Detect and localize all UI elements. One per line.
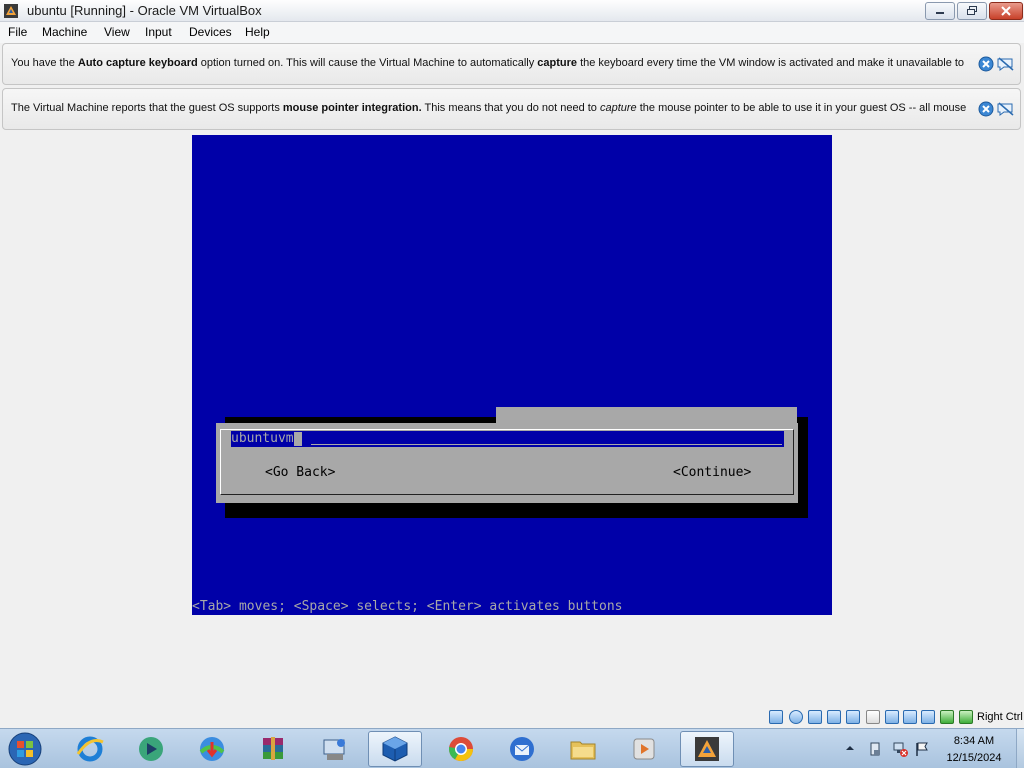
virtualbox-icon (382, 736, 408, 762)
taskbar-download-manager[interactable] (185, 731, 239, 767)
internet-explorer-icon (76, 736, 104, 762)
media-classic-icon (633, 738, 655, 760)
hostname-dialog: ubuntuvm <Go Back> <Continue> (216, 423, 798, 503)
thunderbird-icon (510, 737, 534, 761)
text-cursor (293, 431, 302, 446)
keyboard-capture-icon[interactable] (959, 710, 973, 724)
taskbar-winrar[interactable] (246, 731, 300, 767)
minimize-button[interactable] (925, 2, 955, 20)
close-notification-icon[interactable] (978, 101, 994, 117)
hostname-input[interactable]: ubuntuvm (231, 431, 784, 447)
mouse-integration-notification: The Virtual Machine reports that the gue… (2, 88, 1021, 130)
message-segment: This means that you do not need to (421, 102, 600, 114)
virtualbox-icon (4, 4, 18, 18)
continue-button[interactable]: <Continue> (673, 465, 751, 480)
message-segment: option turned on. This will cause the Vi… (197, 57, 538, 69)
video-capture-icon[interactable] (903, 710, 917, 724)
download-manager-icon (199, 737, 225, 761)
network-icon[interactable] (827, 710, 841, 724)
show-hidden-icons-icon[interactable] (845, 743, 855, 753)
input-underline (311, 444, 782, 445)
keyboard-capture-notification: You have the Auto capture keyboard optio… (2, 43, 1021, 85)
taskbar-virtualbox[interactable] (368, 731, 422, 767)
message-segment: capture (599, 102, 637, 114)
restore-icon (967, 6, 977, 15)
vm-status-bar: Right Ctrl (0, 706, 1024, 728)
message-segment: mouse pointer integration. (282, 102, 422, 114)
menu-view[interactable]: View (104, 25, 130, 39)
clock-date: 12/15/2024 (946, 752, 1002, 764)
optical-drive-icon[interactable] (789, 710, 803, 724)
window-title: ubuntu [Running] - Oracle VM VirtualBox (27, 3, 262, 18)
host-key-label: Right Ctrl (977, 711, 1023, 723)
audio-icon[interactable] (808, 710, 822, 724)
window-titlebar: ubuntu [Running] - Oracle VM VirtualBox (0, 0, 1024, 22)
cpu-icon[interactable] (921, 710, 935, 724)
media-player-icon (139, 737, 163, 761)
menu-machine[interactable]: Machine (42, 25, 87, 39)
taskbar-thunderbird[interactable] (495, 731, 549, 767)
file-explorer-icon (570, 741, 596, 760)
message-segment: the keyboard every time the VM window is… (577, 57, 965, 69)
close-notification-icon[interactable] (978, 56, 994, 72)
guest-screen[interactable]: ubuntuvm <Go Back> <Continue> <Tab> move… (192, 135, 832, 615)
clock-time: 8:34 AM (953, 735, 995, 747)
network-disconnected-icon[interactable] (892, 741, 908, 757)
display-icon[interactable] (885, 710, 899, 724)
usb-icon[interactable] (846, 710, 860, 724)
chrome-icon (449, 737, 473, 762)
hard-disk-icon[interactable] (769, 710, 783, 724)
restore-button[interactable] (957, 2, 987, 20)
show-desktop-button[interactable] (1016, 729, 1024, 768)
menu-input[interactable]: Input (145, 25, 172, 39)
mouse-integration-icon[interactable] (940, 710, 954, 724)
taskbar: 8:34 AM 12/15/2024 (0, 728, 1024, 768)
message-segment: The Virtual Machine reports that the gue… (11, 102, 283, 114)
menu-devices[interactable]: Devices (189, 25, 232, 39)
shared-folders-icon[interactable] (866, 710, 880, 724)
taskbar-virtualbox-vm[interactable] (680, 731, 734, 767)
notification-message: You have the Auto capture keyboard optio… (11, 57, 971, 69)
close-icon (1001, 6, 1011, 16)
taskbar-file-explorer[interactable] (556, 731, 610, 767)
taskbar-media-classic[interactable] (617, 731, 671, 767)
start-button[interactable] (5, 731, 45, 767)
winrar-icon (263, 737, 283, 760)
dont-show-again-icon[interactable] (996, 56, 1016, 72)
message-segment: capture (537, 57, 578, 69)
close-button[interactable] (989, 2, 1023, 20)
setup-icon (323, 739, 345, 760)
action-center-flag-icon[interactable] (914, 741, 930, 757)
go-back-button[interactable]: <Go Back> (265, 465, 335, 480)
hostname-value: ubuntuvm (231, 431, 294, 446)
dialog-title-bar (496, 407, 797, 423)
message-segment: You have the (11, 57, 78, 69)
message-segment: the mouse pointer to be able to use it i… (636, 102, 967, 114)
menu-file[interactable]: File (8, 25, 27, 39)
message-segment: Auto capture keyboard (77, 57, 198, 69)
taskbar-setup[interactable] (307, 731, 361, 767)
notification-message: The Virtual Machine reports that the gue… (11, 102, 971, 114)
taskbar-media-player[interactable] (124, 731, 178, 767)
menu-bar: File Machine View Input Devices Help (0, 22, 1024, 43)
taskbar-internet-explorer[interactable] (63, 731, 117, 767)
minimize-icon (936, 12, 944, 14)
system-clock[interactable]: 8:34 AM 12/15/2024 (934, 733, 1014, 767)
dont-show-again-icon[interactable] (996, 101, 1016, 117)
taskbar-chrome[interactable] (434, 731, 488, 767)
virtualbox-vm-icon (695, 737, 719, 761)
installer-help-line: <Tab> moves; <Space> selects; <Enter> ac… (192, 599, 623, 614)
menu-help[interactable]: Help (245, 25, 270, 39)
usb-device-icon[interactable] (868, 741, 884, 757)
